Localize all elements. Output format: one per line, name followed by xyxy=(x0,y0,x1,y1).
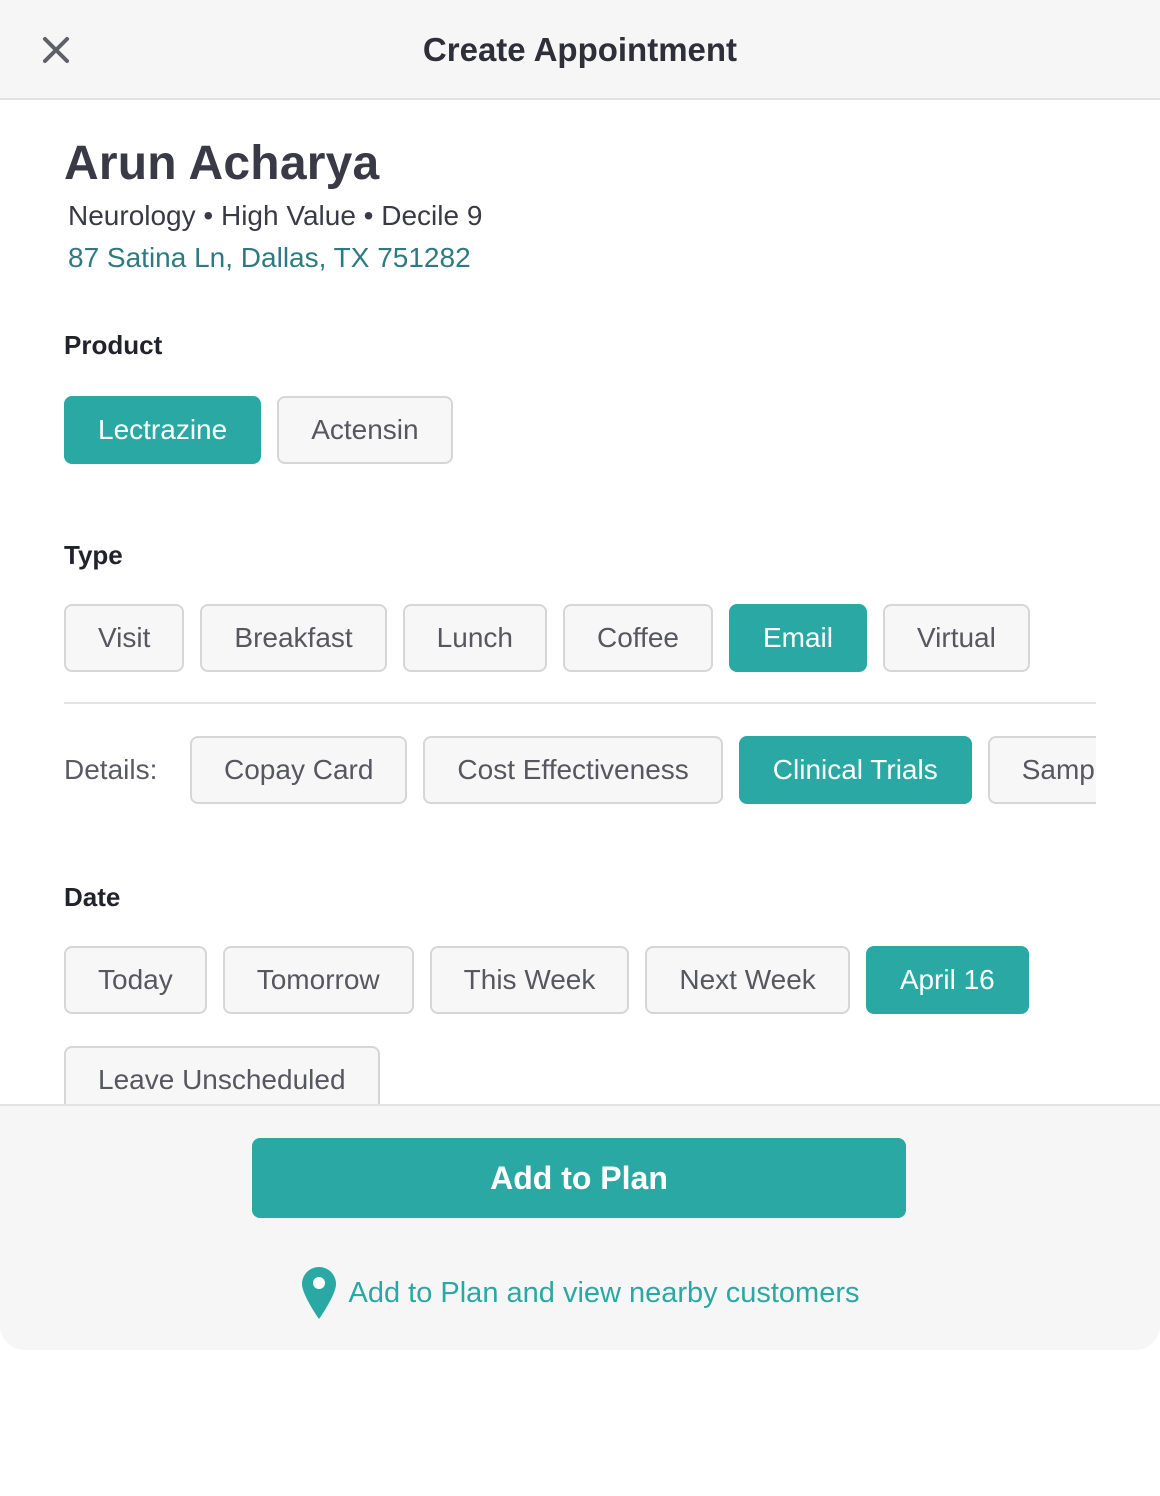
create-appointment-dialog: Create Appointment Arun Acharya Neurolog… xyxy=(0,0,1160,1350)
date-chip-next-week[interactable]: Next Week xyxy=(645,946,850,1014)
date-section-label: Date xyxy=(64,882,121,912)
product-options: Lectrazine Actensin xyxy=(64,396,453,464)
type-chip-visit[interactable]: Visit xyxy=(64,604,185,672)
customer-address-link[interactable]: 87 Satina Ln, Dallas, TX 751282 xyxy=(68,242,471,274)
date-chip-today[interactable]: Today xyxy=(64,946,207,1014)
details-options: Copay Card Cost Effectiveness Clinical T… xyxy=(190,736,1096,804)
product-section-label: Product xyxy=(64,330,163,360)
date-chip-april-16[interactable]: April 16 xyxy=(865,946,1029,1014)
type-chip-breakfast[interactable]: Breakfast xyxy=(200,604,387,672)
dialog-title: Create Appointment xyxy=(422,31,738,68)
dialog-header: Create Appointment xyxy=(0,0,1160,100)
date-options: Today Tomorrow This Week Next Week April… xyxy=(64,946,1029,1014)
product-chip-lectrazine[interactable]: Lectrazine xyxy=(64,396,262,464)
type-chip-email[interactable]: Email xyxy=(728,604,867,672)
date-chip-leave-unscheduled[interactable]: Leave Unscheduled xyxy=(64,1046,380,1104)
details-chip-samples[interactable]: Samples xyxy=(987,736,1096,804)
details-label: Details: xyxy=(64,754,158,785)
customer-name: Arun Acharya xyxy=(64,137,380,190)
add-and-view-nearby-label: Add to Plan and view nearby customers xyxy=(348,1276,860,1309)
add-and-view-nearby-link[interactable]: Add to Plan and view nearby customers xyxy=(0,1264,1160,1322)
date-options-row-2: Leave Unscheduled xyxy=(64,1046,380,1104)
type-chip-virtual[interactable]: Virtual xyxy=(882,604,1030,672)
date-chip-this-week[interactable]: This Week xyxy=(429,946,630,1014)
dialog-footer: Add to Plan Add to Plan and view nearby … xyxy=(0,1104,1160,1350)
type-chip-coffee[interactable]: Coffee xyxy=(562,604,713,672)
map-pin-icon xyxy=(301,1267,336,1319)
add-to-plan-button[interactable]: Add to Plan xyxy=(252,1138,906,1218)
details-chip-cost-effectiveness[interactable]: Cost Effectiveness xyxy=(423,736,723,804)
type-details-divider xyxy=(64,702,1096,704)
details-chip-copay-card[interactable]: Copay Card xyxy=(190,736,408,804)
product-chip-actensin[interactable]: Actensin xyxy=(277,396,453,464)
type-section-label: Type xyxy=(64,540,123,570)
dialog-body: Arun Acharya Neurology • High Value • De… xyxy=(0,100,1160,1104)
details-chip-clinical-trials[interactable]: Clinical Trials xyxy=(738,736,972,804)
type-chip-lunch[interactable]: Lunch xyxy=(402,604,547,672)
customer-meta: Neurology • High Value • Decile 9 xyxy=(68,200,483,231)
type-options: Visit Breakfast Lunch Coffee Email Virtu… xyxy=(64,604,1030,672)
details-scroll-area[interactable]: Copay Card Cost Effectiveness Clinical T… xyxy=(190,736,1096,806)
date-chip-tomorrow[interactable]: Tomorrow xyxy=(222,946,414,1014)
